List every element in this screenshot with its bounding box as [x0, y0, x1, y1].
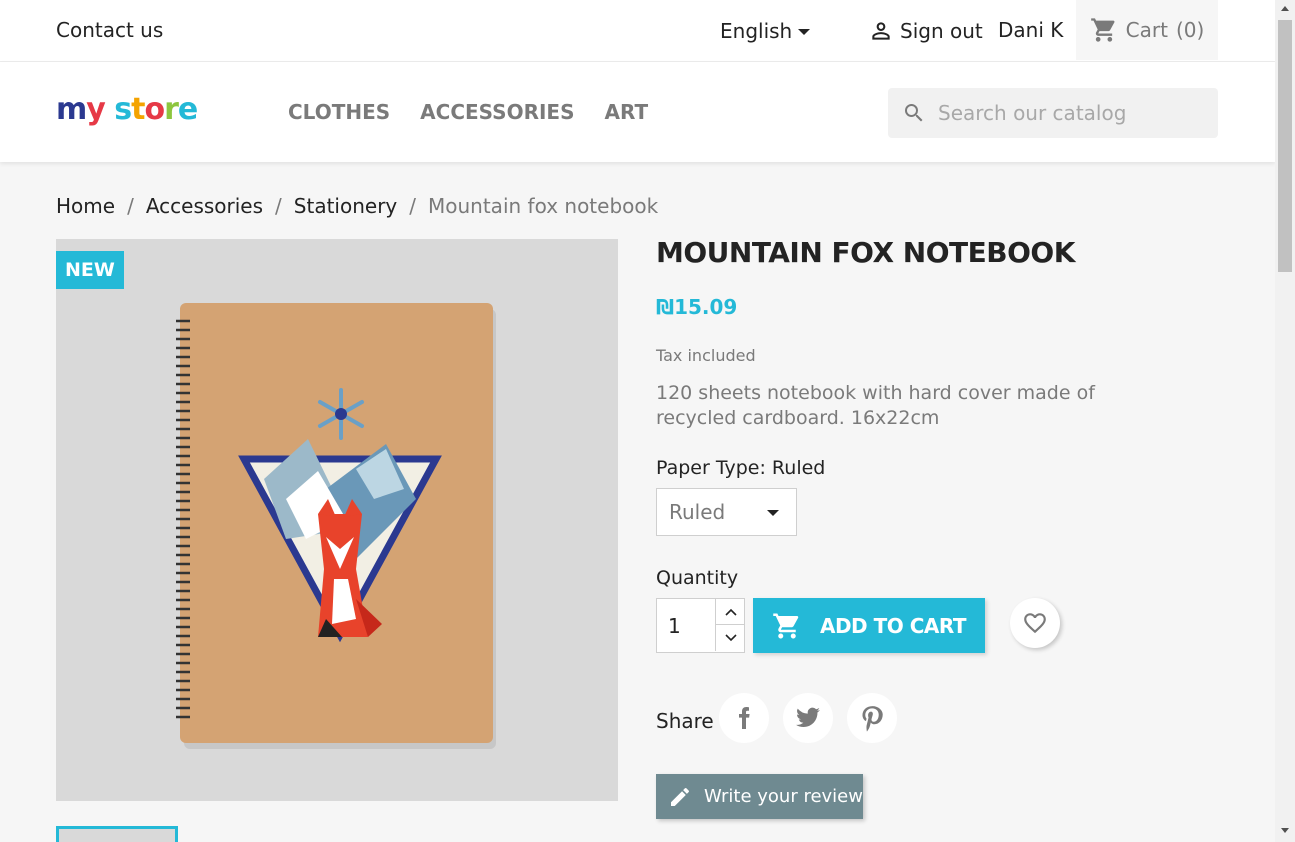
breadcrumb: Home / Accessories / Stationery / Mounta… [56, 194, 658, 218]
quantity-decrease-button[interactable] [715, 625, 745, 651]
quantity-increase-button[interactable] [715, 599, 745, 625]
shopping-cart-icon [773, 613, 799, 638]
pinterest-share-button[interactable] [847, 693, 897, 743]
account-name[interactable]: Dani K [998, 18, 1063, 42]
quantity-input[interactable] [657, 599, 715, 652]
search-icon[interactable] [902, 101, 926, 125]
variant-label: Paper Type: Ruled [656, 457, 826, 479]
product-description: 120 sheets notebook with hard cover made… [656, 382, 1095, 429]
sign-out-link[interactable]: Sign out [868, 18, 983, 44]
heart-icon [1024, 613, 1046, 634]
product-price: ₪15.09 [656, 295, 738, 319]
contact-us-link[interactable]: Contact us [56, 18, 163, 42]
breadcrumb-accessories[interactable]: Accessories [146, 194, 263, 218]
search-box [888, 88, 1218, 138]
breadcrumb-home[interactable]: Home [56, 194, 115, 218]
vertical-scrollbar[interactable] [1275, 0, 1295, 842]
twitter-share-button[interactable] [783, 693, 833, 743]
paper-type-select[interactable]: Ruled [656, 488, 797, 536]
chevron-up-icon [724, 608, 737, 616]
nav-item-clothes[interactable]: CLOTHES [288, 100, 390, 124]
nav-item-art[interactable]: ART [605, 100, 649, 124]
main-nav: CLOTHES ACCESSORIES ART [288, 100, 648, 124]
tax-label: Tax included [656, 346, 756, 365]
breadcrumb-separator: / [409, 194, 416, 218]
quantity-stepper [656, 598, 745, 653]
shopping-cart-icon [1090, 18, 1115, 42]
breadcrumb-separator: / [127, 194, 134, 218]
scroll-down-arrow-icon[interactable] [1281, 828, 1289, 833]
cart-label: Cart [1125, 18, 1168, 42]
main-header: my store CLOTHES ACCESSORIES ART [0, 62, 1275, 162]
language-label: English [720, 19, 793, 43]
twitter-icon [796, 707, 820, 727]
breadcrumb-current: Mountain fox notebook [428, 194, 659, 218]
write-review-label: Write your review [704, 786, 863, 807]
pinterest-icon [862, 706, 883, 732]
page: Contact us English Sign out Dani K Cart … [0, 0, 1275, 842]
person-icon [872, 22, 890, 40]
pencil-icon [671, 787, 690, 806]
language-selector[interactable]: English [720, 19, 811, 43]
cart-button[interactable]: Cart (0) [1076, 0, 1218, 60]
wishlist-button[interactable] [1010, 598, 1060, 648]
top-bar: Contact us English Sign out Dani K Cart … [0, 0, 1275, 62]
breadcrumb-stationery[interactable]: Stationery [294, 194, 397, 218]
chevron-down-icon [724, 634, 737, 642]
scroll-up-arrow-icon[interactable] [1281, 6, 1289, 11]
share-label: Share [656, 709, 714, 733]
notebook-illustration [176, 303, 496, 749]
write-review-button[interactable]: Write your review [656, 774, 863, 819]
chevron-down-icon [767, 510, 779, 516]
quantity-label: Quantity [656, 567, 739, 589]
paper-type-value: Ruled [669, 500, 726, 524]
new-badge: NEW [56, 251, 124, 289]
product-image[interactable]: NEW [56, 239, 618, 801]
store-logo[interactable]: my store [56, 92, 198, 127]
product-thumbnail[interactable] [56, 826, 178, 842]
breadcrumb-separator: / [275, 194, 282, 218]
nav-item-accessories[interactable]: ACCESSORIES [420, 100, 574, 124]
facebook-icon [739, 707, 750, 729]
product-title: MOUNTAIN FOX NOTEBOOK [656, 236, 1075, 269]
search-input[interactable] [938, 101, 1208, 125]
add-to-cart-button[interactable]: ADD TO CART [753, 598, 985, 653]
facebook-share-button[interactable] [719, 693, 769, 743]
scrollbar-thumb[interactable] [1278, 20, 1292, 272]
sign-out-label: Sign out [900, 19, 983, 43]
cart-count: (0) [1175, 18, 1205, 42]
add-to-cart-label: ADD TO CART [819, 613, 967, 638]
chevron-down-icon [798, 29, 811, 35]
